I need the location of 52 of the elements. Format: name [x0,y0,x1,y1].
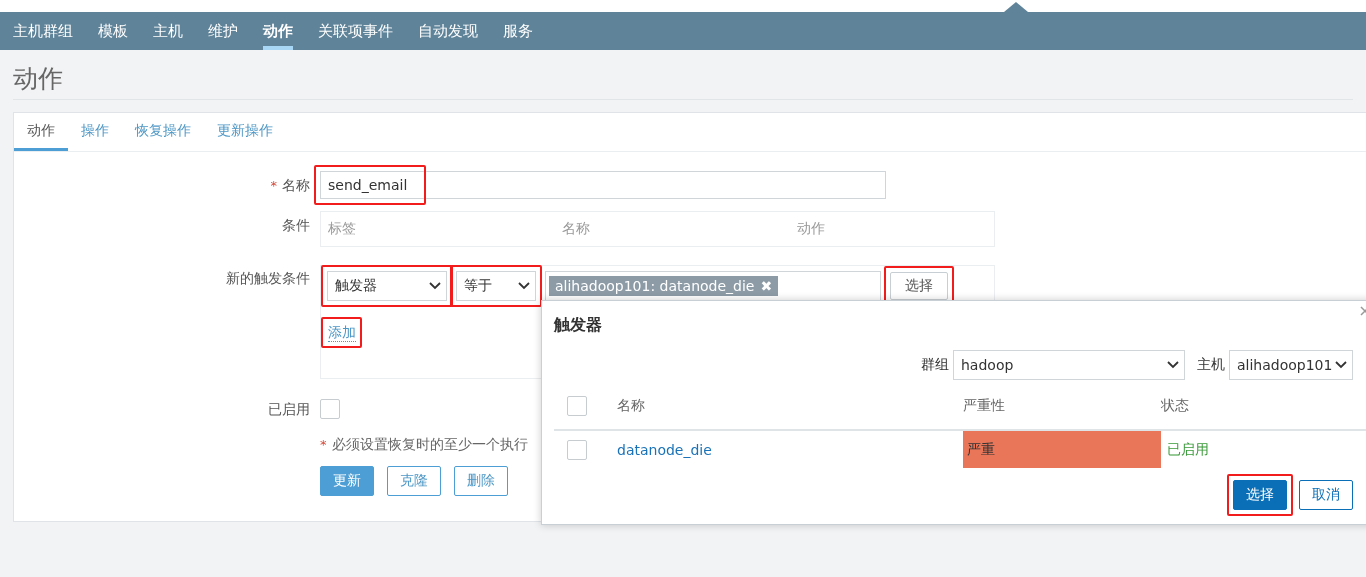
chevron-down-icon [1167,361,1179,369]
trigger-name-link[interactable]: datanode_die [617,431,963,468]
column-header: 严重性 [963,397,1006,415]
menu-item[interactable]: 主机群组 [13,12,73,50]
field-label: 群组 [921,356,949,374]
operator-select[interactable]: 等于 [456,271,536,301]
field-label: 主机 [1197,356,1225,374]
row-checkbox[interactable] [567,439,587,460]
severity-cell: 严重 [963,431,1161,468]
menu-item[interactable]: 自动发现 [418,12,478,50]
column-header: 动作 [797,220,826,238]
trigger-tag: alihadoop101: datanode_die ✖ [549,276,779,296]
remove-icon[interactable]: ✖ [760,278,773,294]
type-select[interactable]: 触发器 [327,271,447,301]
chevron-down-icon [518,282,530,290]
tab[interactable]: 动作 [14,113,68,151]
dialog-title: 触发器 [554,315,603,336]
tab[interactable]: 恢复操作 [122,113,204,151]
dialog-button[interactable]: 选择 [1233,480,1287,510]
column-header: 名称 [617,397,646,415]
form-button[interactable]: 克隆 [387,466,441,496]
dialog-button[interactable]: 取消 [1299,480,1353,510]
menu-item[interactable]: 服务 [503,12,533,50]
tab[interactable]: 更新操作 [204,113,286,151]
enabled-checkbox[interactable] [320,399,340,419]
field-label: * 名称 [270,176,310,195]
menu-item[interactable]: 关联项事件 [318,12,393,50]
tab[interactable]: 操作 [68,113,122,151]
select-button[interactable]: 选择 [890,272,948,300]
required-note: * 必须设置恢复时的至少一个执行 [320,436,528,454]
menu-item[interactable]: 主机 [153,12,183,50]
name-field[interactable]: send_email [320,171,886,199]
field-label: 条件 [282,216,310,235]
chevron-down-icon [1335,361,1347,369]
form-button[interactable]: 删除 [454,466,508,496]
close-button[interactable] [1360,306,1366,316]
add-link[interactable]: 添加 [328,323,356,342]
column-header: 状态 [1161,397,1190,415]
menu-item[interactable]: 维护 [208,12,238,50]
status-cell-text: 已启用 [1166,439,1210,459]
select-all-checkbox[interactable] [567,396,587,416]
field-label: 新的触发条件 [226,269,310,288]
column-header: 名称 [562,220,591,238]
menu-item[interactable]: 动作 [263,12,293,50]
page-title: 动作 [13,50,1353,100]
chevron-down-icon [429,282,441,290]
field-label: 已启用 [268,400,310,419]
menu-item[interactable]: 模板 [98,12,128,50]
column-header: 标签 [328,220,357,238]
form-button[interactable]: 更新 [320,466,374,496]
group-select[interactable]: hadoop [953,350,1185,380]
host-select[interactable]: alihadoop101 [1229,350,1353,380]
